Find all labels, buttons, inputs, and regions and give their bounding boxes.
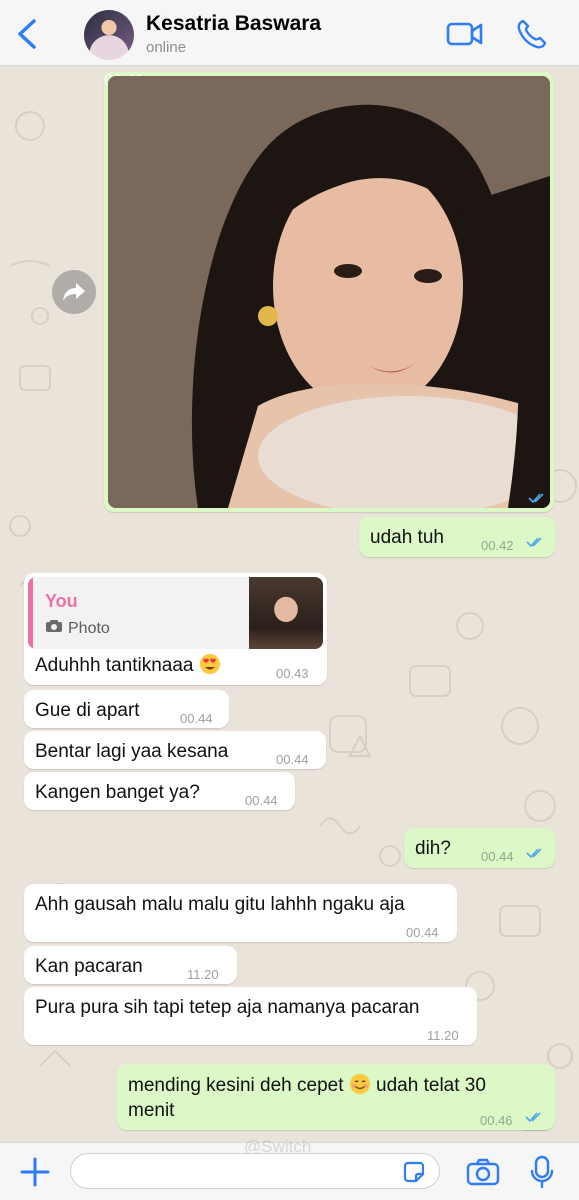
message-text: Kangen banget ya? [35, 782, 200, 803]
contact-name[interactable]: Kesatria Baswara [146, 12, 321, 36]
message-time: 00.44 [406, 925, 439, 940]
message-time: 11.20 [187, 967, 219, 982]
video-call-icon[interactable] [446, 20, 484, 48]
camera-icon[interactable] [466, 1158, 500, 1186]
heart-eyes-emoji-icon [199, 654, 220, 674]
incoming-message[interactable]: Ahh gausah malu malu gitu lahhh ngaku aj… [24, 884, 457, 942]
quoted-message[interactable]: You Photo [28, 577, 323, 649]
quote-author: You [45, 591, 78, 611]
incoming-message[interactable]: Pura pura sih tapi tetep aja namanya pac… [24, 987, 477, 1045]
chat-header: Kesatria Baswara online [0, 0, 579, 66]
message-text: Pura pura sih tapi tetep aja namanya pac… [35, 997, 420, 1018]
outgoing-photo-message[interactable]: 00.41 [104, 72, 554, 512]
quote-accent-bar [28, 577, 33, 649]
camera-icon [46, 620, 62, 632]
message-text-line1: mending kesini deh cepet udah telat 30 [128, 1073, 486, 1098]
message-text-wrap: Aduhhh tantiknaaa [35, 653, 221, 678]
forward-icon[interactable] [52, 270, 96, 314]
outgoing-message[interactable]: mending kesini deh cepet udah telat 30 m… [117, 1064, 555, 1130]
message-time: 00.46 [480, 1113, 513, 1128]
message-text: mending kesini deh cepet [128, 1075, 344, 1096]
read-ticks-icon [525, 1112, 541, 1123]
message-text-line2: menit [128, 1100, 175, 1121]
message-text-cont: udah telat 30 [376, 1075, 486, 1096]
message-time: 11.20 [427, 1028, 459, 1043]
smiling-face-emoji-icon [349, 1074, 370, 1094]
quote-type: Photo [68, 620, 110, 637]
message-text: Ahh gausah malu malu gitu lahhh ngaku aj… [35, 894, 405, 915]
outgoing-message[interactable]: udah tuh 00.42 [359, 517, 555, 557]
contact-avatar[interactable] [84, 10, 134, 60]
chat-area[interactable]: 00.41 udah tuh 00.42 You Photo Adu [0, 66, 579, 1142]
back-chevron-icon[interactable] [14, 18, 40, 50]
contact-status: online [146, 39, 187, 56]
message-text: Bentar lagi yaa kesana [35, 741, 229, 762]
incoming-message[interactable]: Kangen banget ya? 00.44 [24, 772, 295, 810]
message-time: 00.44 [245, 793, 278, 808]
incoming-message[interactable]: Kan pacaran 11.20 [24, 946, 237, 984]
incoming-reply-message[interactable]: You Photo Aduhhh tantiknaaa 00.43 [24, 573, 327, 685]
read-ticks-icon [526, 848, 542, 859]
message-text: udah tuh [370, 527, 444, 548]
sticker-icon[interactable] [402, 1160, 426, 1184]
plus-icon[interactable] [20, 1157, 50, 1187]
message-time: 00.43 [276, 666, 309, 681]
message-text: Aduhhh tantiknaaa [35, 655, 194, 676]
outgoing-message[interactable]: dih? 00.44 [404, 828, 555, 868]
phone-call-icon[interactable] [516, 18, 546, 50]
read-ticks-icon [528, 493, 544, 504]
message-time: 00.44 [276, 752, 309, 767]
read-ticks-icon [526, 537, 542, 548]
portrait-illustration [108, 76, 550, 508]
microphone-icon[interactable] [530, 1155, 554, 1189]
composer-bar: @Switch [0, 1137, 579, 1200]
message-time: 00.44 [180, 711, 213, 726]
quote-thumbnail [249, 577, 323, 649]
message-text: Kan pacaran [35, 956, 143, 977]
message-time: 00.44 [481, 849, 514, 864]
message-input[interactable] [70, 1153, 440, 1189]
sent-photo[interactable] [108, 76, 550, 508]
incoming-message[interactable]: Bentar lagi yaa kesana 00.44 [24, 731, 326, 769]
message-text: dih? [415, 838, 451, 859]
incoming-message[interactable]: Gue di apart 00.44 [24, 690, 229, 728]
message-text: Gue di apart [35, 700, 140, 721]
message-time: 00.42 [481, 538, 514, 553]
